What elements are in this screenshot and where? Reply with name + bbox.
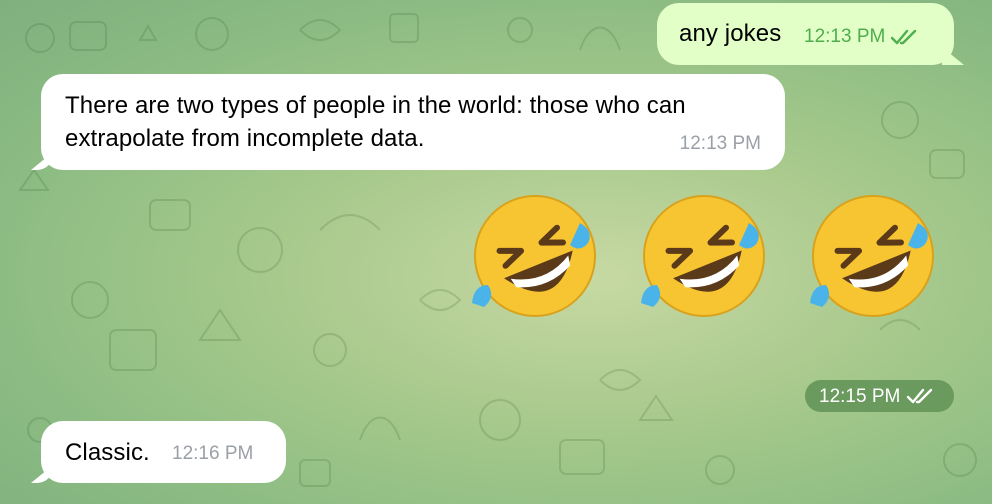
double-check-icon <box>890 29 916 44</box>
message-time: 12:13 PM <box>804 26 886 47</box>
message-time: 12:13 PM <box>679 133 761 154</box>
message-text: There are two types of people in the wor… <box>65 92 686 152</box>
message-meta: 12:13 PM <box>804 26 920 48</box>
message-time: 12:15 PM <box>819 386 901 407</box>
rofl-emoji[interactable] <box>631 183 777 329</box>
message-bubble-incoming[interactable]: There are two types of people in the wor… <box>41 74 785 170</box>
message-meta: 12:16 PM <box>172 443 253 465</box>
emoji-message-time-pill: 12:15 PM <box>805 380 954 412</box>
message-bubble-outgoing[interactable]: any jokes 12:13 PM <box>657 3 954 65</box>
double-check-icon <box>906 388 932 404</box>
message-meta: 12:13 PM <box>680 133 761 155</box>
message-time: 12:16 PM <box>172 443 254 464</box>
message-bubble-incoming[interactable]: Classic. 12:16 PM <box>41 421 286 483</box>
rofl-emoji[interactable] <box>800 183 946 329</box>
rofl-emoji[interactable] <box>462 183 608 329</box>
message-text: Classic. <box>65 439 150 466</box>
message-text: any jokes <box>679 20 782 47</box>
